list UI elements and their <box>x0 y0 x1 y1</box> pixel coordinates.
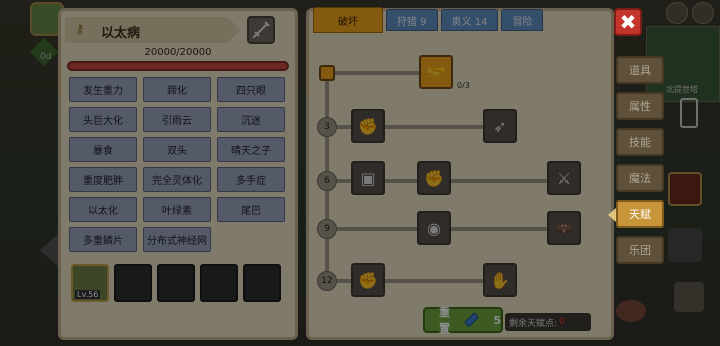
trait-button[interactable]: 双头 <box>143 137 211 162</box>
menu-item-talent[interactable]: 天赋 <box>608 200 664 228</box>
character-slots: Lv.56 <box>71 264 281 302</box>
remaining-value: 0 <box>559 317 565 327</box>
menu-item-items[interactable]: 道具 <box>616 56 664 84</box>
trait-button[interactable]: 重度肥胖 <box>69 167 137 192</box>
remaining-label: 剩余天赋点: <box>509 318 558 329</box>
tree-level-marker: 6 <box>317 171 337 191</box>
talent-node-shockwave[interactable]: ◉ <box>417 211 451 245</box>
tab-mystery[interactable]: 奥义 14 <box>440 9 499 31</box>
menu-item-skills[interactable]: 技能 <box>616 128 664 156</box>
menu-item-magic[interactable]: 魔法 <box>616 164 664 192</box>
talent-node-shield[interactable]: ▣ <box>351 161 385 195</box>
trait-grid: 发生重力 蹄化 四只眼 头巨大化 引雨云 沉迷 暴食 双头 晴天之子 重度肥胖 … <box>69 77 289 252</box>
talent-node-punch[interactable]: ✊ <box>417 161 451 195</box>
shockwave-icon: ◉ <box>427 218 441 238</box>
talent-node-blade[interactable]: ⚔ <box>547 161 581 195</box>
diamond-icon <box>464 312 480 328</box>
fist-icon: ✊ <box>358 270 378 290</box>
talent-node-count: 0/3 <box>457 81 470 90</box>
trait-button[interactable]: 蹄化 <box>143 77 211 102</box>
hp-text: 20000/20000 <box>144 47 212 58</box>
reset-label: 重置 <box>439 306 450 335</box>
trait-button[interactable]: 以太化 <box>69 197 137 222</box>
tree-branch-line <box>325 71 425 75</box>
muscle-icon: ✊ <box>358 116 378 136</box>
tree-start-node <box>319 65 335 81</box>
trait-button[interactable]: 完全灵体化 <box>143 167 211 192</box>
talent-node-handshake[interactable]: 🤝 <box>419 55 453 89</box>
trait-panel-title: 以太病 <box>101 26 141 41</box>
trait-button[interactable]: 沉迷 <box>217 107 285 132</box>
trait-button[interactable]: 多重鳞片 <box>69 227 137 252</box>
tree-level-marker: 3 <box>317 117 337 137</box>
character-slot-empty[interactable] <box>243 264 281 302</box>
tab-hunt[interactable]: 狩猎 9 <box>386 9 438 31</box>
trait-panel-header <box>65 17 241 43</box>
tab-adventure[interactable]: 冒险 <box>501 9 544 31</box>
trait-panel: ⚷ 以太病 20000/20000 发生重力 蹄化 四只眼 头巨大化 引雨云 沉… <box>58 8 298 340</box>
remaining-talent-points: 剩余天赋点: 0 <box>505 313 591 331</box>
trait-button[interactable]: 分布式神经网 <box>143 227 211 252</box>
trait-button[interactable]: 晴天之子 <box>217 137 285 162</box>
tree-level-marker: 12 <box>317 271 337 291</box>
menu-item-attributes[interactable]: 属性 <box>616 92 664 120</box>
sword-icon <box>252 21 270 39</box>
shield-icon: ▣ <box>360 168 376 188</box>
character-slot-empty[interactable] <box>157 264 195 302</box>
character-slot-empty[interactable] <box>114 264 152 302</box>
reset-cost: 5 <box>493 313 501 327</box>
character-level: Lv.56 <box>75 290 101 299</box>
trait-button[interactable]: 多手症 <box>217 167 285 192</box>
game-screen: 0d 北提世塔 ⚷ 以太病 20000/20000 发生重力 蹄化 四只眼 头巨… <box>0 0 720 346</box>
bat-icon: 🦇 <box>554 218 574 238</box>
tree-level-marker: 9 <box>317 219 337 239</box>
talent-node-bat[interactable]: 🦇 <box>547 211 581 245</box>
close-icon: ✖ <box>619 10 637 34</box>
character-slot-empty[interactable] <box>200 264 238 302</box>
menu-item-troupe[interactable]: 乐团 <box>616 236 664 264</box>
trait-button[interactable]: 头巨大化 <box>69 107 137 132</box>
trait-button[interactable]: 尾巴 <box>217 197 285 222</box>
character-slot[interactable]: Lv.56 <box>71 264 109 302</box>
trait-button[interactable]: 四只眼 <box>217 77 285 102</box>
handshake-icon: 🤝 <box>426 62 446 82</box>
reset-button[interactable]: 重置 5 <box>423 306 503 335</box>
hp-bar <box>67 61 289 71</box>
blade-icon: ⚔ <box>556 168 572 188</box>
grab-icon: ✋ <box>490 270 510 290</box>
trait-button[interactable]: 引雨云 <box>143 107 211 132</box>
talent-panel: 破坏 狩猎 9 奥义 14 冒险 🤝 0/3 3 6 9 12 ✊ ➶ ▣ ✊ … <box>306 7 614 340</box>
talent-node-grab[interactable]: ✋ <box>483 263 517 297</box>
talent-tabs: 破坏 狩猎 9 奥义 14 冒险 <box>313 7 544 33</box>
talent-node-arrow[interactable]: ➶ <box>483 109 517 143</box>
key-icon: ⚷ <box>75 22 85 37</box>
trait-button[interactable]: 发生重力 <box>69 77 137 102</box>
talent-node-fist[interactable]: ✊ <box>351 263 385 297</box>
trait-button[interactable]: 暴食 <box>69 137 137 162</box>
side-menu: 道具 属性 技能 魔法 天赋 乐团 <box>608 56 664 264</box>
tab-destroy[interactable]: 破坏 <box>313 7 383 33</box>
sword-button[interactable] <box>247 16 275 44</box>
punch-icon: ✊ <box>424 168 444 188</box>
arrow-icon: ➶ <box>493 116 507 136</box>
trait-button[interactable]: 叶绿素 <box>143 197 211 222</box>
talent-node-muscle[interactable]: ✊ <box>351 109 385 143</box>
close-button[interactable]: ✖ <box>614 8 642 36</box>
